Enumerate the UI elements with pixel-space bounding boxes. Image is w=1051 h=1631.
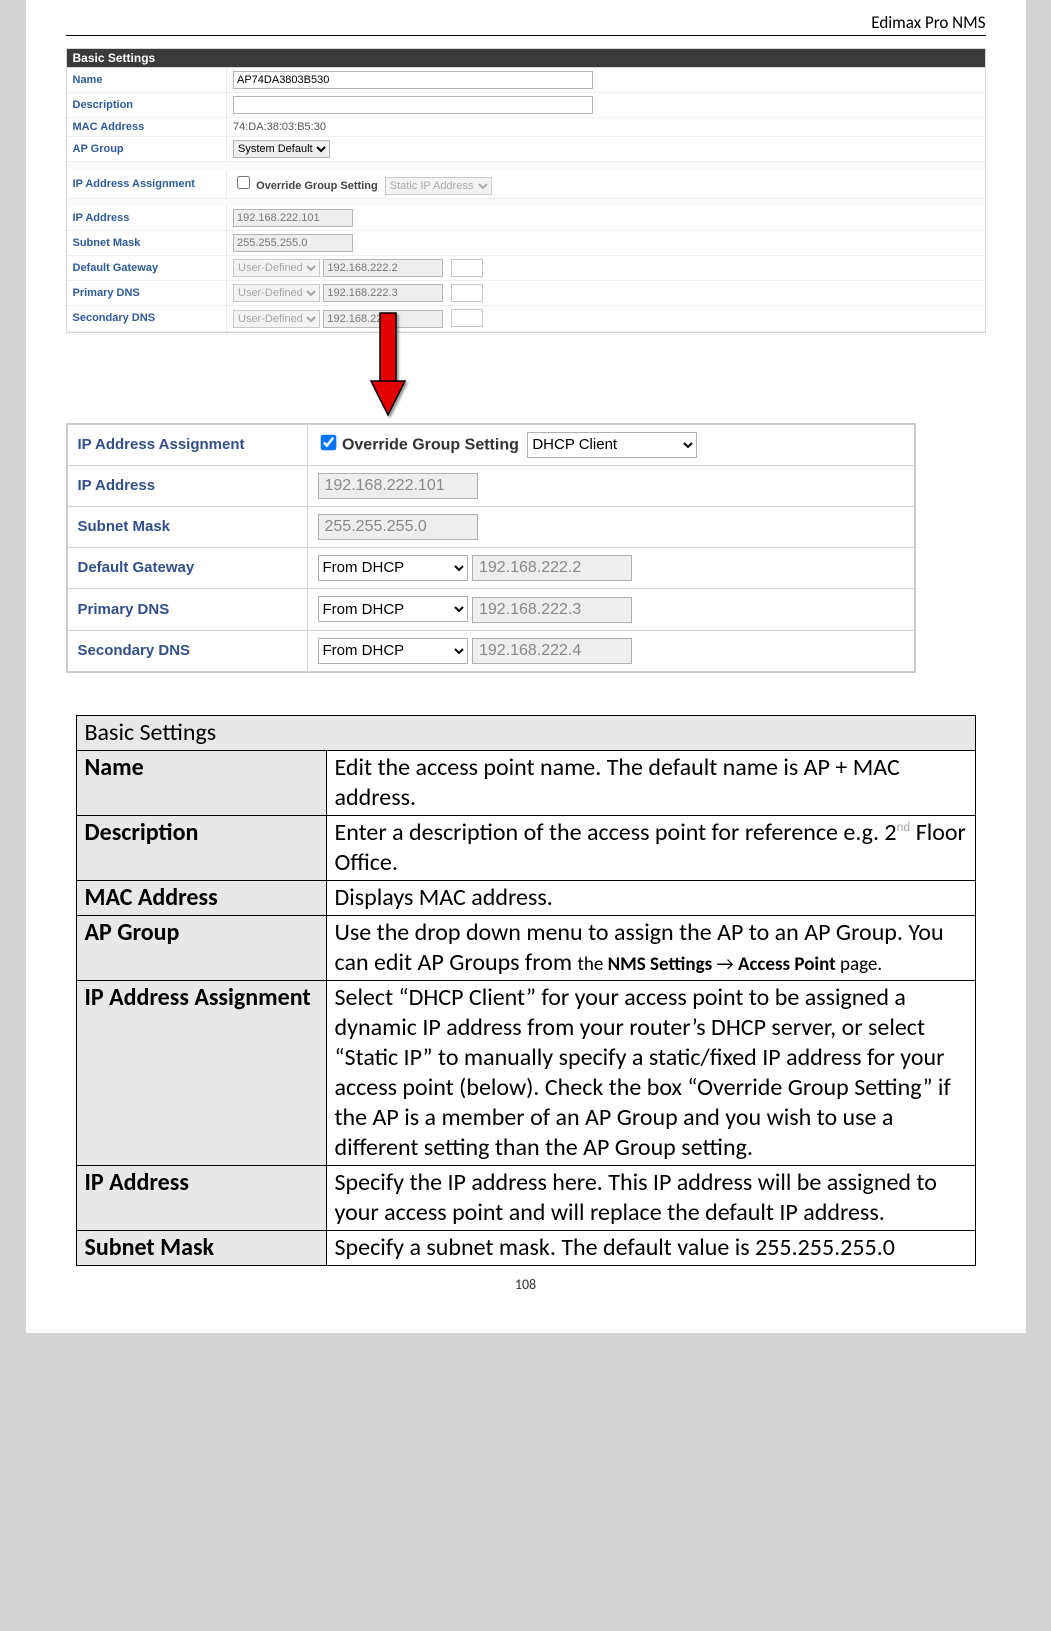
p1-name-input[interactable] <box>233 71 593 89</box>
doc-v-2: Displays MAC address. <box>326 881 975 916</box>
doc-k-1: Description <box>76 816 326 881</box>
p1-apgroup-select[interactable]: System Default <box>233 140 330 158</box>
doc-k-3: AP Group <box>76 916 326 981</box>
doc-v-5: Specify the IP address here. This IP add… <box>326 1166 975 1231</box>
doc-v-6: Specify a subnet mask. The default value… <box>326 1231 975 1266</box>
p1-subnet-label: Subnet Mask <box>67 231 227 256</box>
p1-gateway-label: Default Gateway <box>67 256 227 281</box>
p1-pdns-label: Primary DNS <box>67 281 227 306</box>
header-rule <box>66 35 986 36</box>
p2-pdns-label: Primary DNS <box>67 589 307 631</box>
basic-settings-panel-2: IP Address Assignment Override Group Set… <box>66 423 916 674</box>
p2-override-checkbox[interactable] <box>320 435 336 451</box>
p1-mac-value: 74:DA:38:03:B5:30 <box>227 118 985 137</box>
doc-title: Basic Settings <box>76 716 975 751</box>
doc-v-1: Enter a description of the access point … <box>326 816 975 881</box>
p2-ipassign-select[interactable]: DHCP Client <box>527 432 697 458</box>
p1-override-label: Override Group Setting <box>256 180 378 192</box>
arrow-down-icon <box>366 311 412 421</box>
p1-pdns-mode[interactable]: User-Defined <box>233 284 320 302</box>
p1-gateway-mode[interactable]: User-Defined <box>233 259 320 277</box>
doc-v-4: Select “DHCP Client” for your access poi… <box>326 981 975 1166</box>
p2-ip-label: IP Address <box>67 465 307 506</box>
p1-sdns-extra <box>451 309 483 327</box>
doc-k-5: IP Address <box>76 1166 326 1231</box>
p2-ipassign-label: IP Address Assignment <box>67 424 307 465</box>
p1-subnet-input[interactable] <box>233 234 353 252</box>
doc-k-2: MAC Address <box>76 881 326 916</box>
p2-gateway-label: Default Gateway <box>67 547 307 589</box>
p2-subnet-label: Subnet Mask <box>67 506 307 547</box>
p1-desc-label: Description <box>67 93 227 118</box>
p1-name-label: Name <box>67 68 227 93</box>
p2-sdns-mode[interactable]: From DHCP <box>318 638 468 664</box>
p2-sdns-label: Secondary DNS <box>67 630 307 672</box>
p1-pdns-extra <box>451 284 483 302</box>
panel1-title: Basic Settings <box>67 49 985 68</box>
p2-gateway-mode[interactable]: From DHCP <box>318 555 468 581</box>
p1-pdns-input[interactable] <box>323 284 443 302</box>
doc-k-0: Name <box>76 751 326 816</box>
p2-pdns-mode[interactable]: From DHCP <box>318 596 468 622</box>
page-header: Edimax Pro NMS <box>66 0 986 35</box>
doc-k-4: IP Address Assignment <box>76 981 326 1166</box>
doc-v-0: Edit the access point name. The default … <box>326 751 975 816</box>
p1-desc-input[interactable] <box>233 96 593 114</box>
p1-apgroup-label: AP Group <box>67 137 227 162</box>
p1-gateway-extra <box>451 259 483 277</box>
doc-v-3: Use the drop down menu to assign the AP … <box>326 916 975 981</box>
p1-ip-label: IP Address <box>67 206 227 231</box>
p2-pdns-input[interactable] <box>472 597 632 623</box>
p1-mac-label: MAC Address <box>67 118 227 137</box>
p2-override-label: Override Group Setting <box>342 436 519 453</box>
p1-sdns-label: Secondary DNS <box>67 306 227 331</box>
p2-sdns-input[interactable] <box>472 638 632 664</box>
p1-ipassign-select[interactable]: Static IP Address <box>385 177 492 195</box>
p1-sdns-mode[interactable]: User-Defined <box>233 310 320 328</box>
p2-ip-input[interactable] <box>318 473 478 499</box>
doc-table: Basic Settings Name Edit the access poin… <box>76 715 976 1266</box>
p1-ipassign-label: IP Address Assignment <box>67 170 227 199</box>
doc-k-6: Subnet Mask <box>76 1231 326 1266</box>
p1-ip-input[interactable] <box>233 209 353 227</box>
p2-gateway-input[interactable] <box>472 555 632 581</box>
p2-subnet-input[interactable] <box>318 514 478 540</box>
basic-settings-panel-1: Basic Settings Name Description MAC Addr… <box>66 48 986 333</box>
p1-gateway-input[interactable] <box>323 259 443 277</box>
page-number: 108 <box>66 1276 986 1293</box>
p1-override-checkbox[interactable] <box>237 176 250 189</box>
